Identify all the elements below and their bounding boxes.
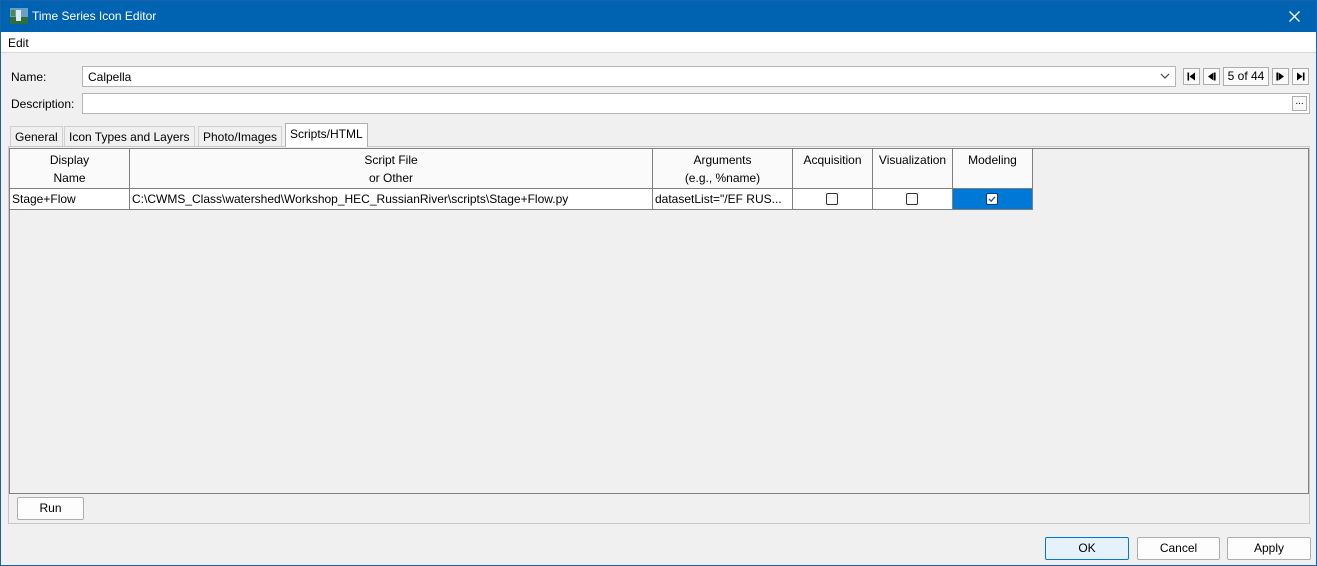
step-forward-icon — [1276, 72, 1284, 81]
menu-edit[interactable]: Edit — [8, 36, 29, 50]
menu-bar: Edit — [1, 32, 1316, 53]
window-title: Time Series Icon Editor — [32, 9, 157, 23]
cell-script-file[interactable]: C:\CWMS_Class\watershed\Workshop_HEC_Rus… — [130, 189, 653, 210]
cell-acquisition — [793, 189, 873, 210]
check-icon — [988, 196, 996, 203]
header-script-file[interactable]: Script File or Other — [130, 149, 653, 189]
description-field[interactable]: ... — [82, 93, 1310, 114]
close-button[interactable] — [1274, 1, 1316, 32]
previous-record-button[interactable] — [1203, 68, 1220, 85]
cancel-button[interactable]: Cancel — [1137, 537, 1220, 560]
tab-photo-images[interactable]: Photo/Images — [198, 126, 283, 146]
close-icon — [1289, 11, 1300, 22]
name-value: Calpella — [88, 70, 132, 84]
header-display-name[interactable]: Display Name — [10, 149, 130, 189]
header-arguments[interactable]: Arguments (e.g., %name) — [653, 149, 793, 189]
description-more-button[interactable]: ... — [1292, 96, 1307, 111]
header-acquisition[interactable]: Acquisition — [793, 149, 873, 189]
header-modeling[interactable]: Modeling — [953, 149, 1033, 189]
visualization-checkbox[interactable] — [906, 193, 918, 205]
first-record-button[interactable] — [1183, 68, 1200, 85]
app-icon — [10, 8, 28, 24]
skip-first-icon — [1187, 72, 1195, 81]
cell-modeling — [953, 189, 1033, 210]
name-combo[interactable]: Calpella — [82, 66, 1176, 87]
tab-general[interactable]: General — [10, 126, 63, 146]
cell-display-name[interactable]: Stage+Flow — [10, 189, 130, 210]
description-label: Description: — [11, 97, 75, 111]
acquisition-checkbox[interactable] — [826, 193, 838, 205]
step-back-icon — [1208, 72, 1216, 81]
tab-icon-types-and-layers[interactable]: Icon Types and Layers — [64, 126, 195, 146]
last-record-button[interactable] — [1292, 68, 1309, 85]
run-button[interactable]: Run — [17, 497, 84, 520]
header-visualization[interactable]: Visualization — [873, 149, 953, 189]
apply-button[interactable]: Apply — [1227, 537, 1311, 560]
record-counter: 5 of 44 — [1223, 67, 1269, 86]
modeling-checkbox[interactable] — [986, 193, 998, 205]
cell-visualization — [873, 189, 953, 210]
editor-window: Time Series Icon Editor Edit Name: Calpe… — [0, 0, 1317, 566]
tab-scripts-html[interactable]: Scripts/HTML — [285, 123, 368, 147]
title-bar: Time Series Icon Editor — [1, 1, 1316, 32]
scripts-table: Display Name Script File or Other Argume… — [9, 148, 1309, 494]
ok-button[interactable]: OK — [1045, 537, 1129, 560]
name-label: Name: — [11, 70, 47, 84]
next-record-button[interactable] — [1272, 68, 1289, 85]
skip-last-icon — [1297, 72, 1305, 81]
cell-arguments[interactable]: datasetList="/EF RUS... — [653, 189, 793, 210]
chevron-down-icon — [1160, 73, 1170, 79]
